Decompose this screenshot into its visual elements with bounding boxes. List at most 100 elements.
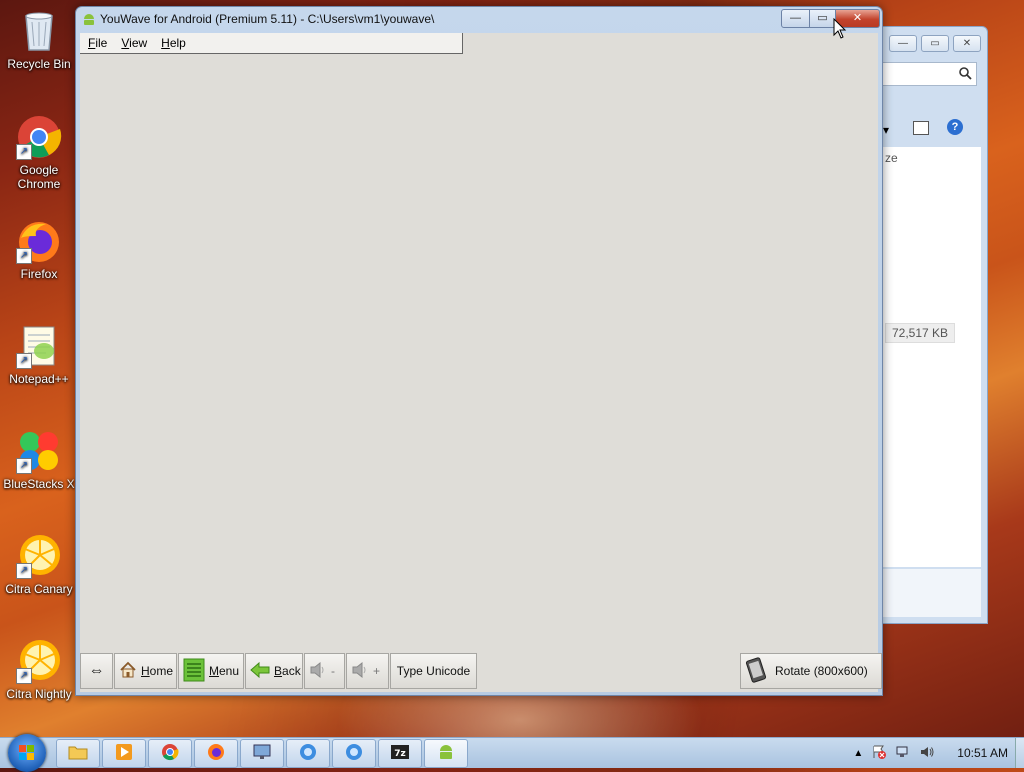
taskbar-item-7-zip[interactable]: 7z — [378, 739, 422, 768]
bluestacks-icon — [299, 743, 317, 764]
preview-pane-icon[interactable] — [913, 121, 929, 135]
taskbar-item-bluestacks[interactable] — [332, 739, 376, 768]
maximize-button[interactable]: ▭ — [921, 35, 949, 52]
desktop-icon-citra-nightly[interactable]: ↗ Citra Nightly — [2, 638, 76, 701]
close-icon: ✕ — [852, 12, 863, 24]
emulator-screen[interactable]: File View Help ⇔ Home Menu Back - + Type… — [80, 33, 882, 692]
show-hidden-icons-button[interactable]: ▲ — [853, 748, 863, 759]
desktop-icon-label: Citra Nightly — [6, 687, 72, 701]
taskbar-item-youwave-android[interactable] — [424, 739, 468, 768]
chrome-icon — [161, 743, 179, 764]
firefox-icon: ↗ — [16, 218, 62, 264]
volume-up-button[interactable]: + — [346, 653, 389, 689]
desktop-icon-notepad-plus-plus[interactable]: ↗ Notepad++ — [2, 323, 76, 386]
taskbar-item-windows-explorer[interactable] — [56, 739, 100, 768]
desktop-icon-label: Google Chrome — [17, 163, 61, 191]
background-explorer-window[interactable]: — ▭ ✕ ▾ ? ze 72,517 KB — [866, 26, 988, 624]
resize-button[interactable]: ⇔ — [80, 653, 113, 689]
volume-up-label: + — [373, 664, 381, 678]
clock[interactable]: 10:51 AM — [957, 746, 1008, 760]
back-button[interactable]: Back — [245, 653, 303, 689]
shortcut-arrow-icon: ↗ — [16, 563, 32, 579]
taskbar-item-remote-desktop[interactable] — [240, 739, 284, 768]
volume-down-button[interactable]: - — [304, 653, 345, 689]
desktop-icon-firefox[interactable]: ↗ Firefox — [2, 218, 76, 281]
rotate-button[interactable]: Rotate (800x600) — [740, 653, 882, 689]
android-icon — [82, 12, 96, 26]
shortcut-arrow-icon: ↗ — [16, 458, 32, 474]
network-icon[interactable] — [895, 744, 911, 763]
youwave-window[interactable]: YouWave for Android (Premium 5.11) - C:\… — [75, 6, 883, 696]
back-label: Back — [274, 664, 301, 678]
search-icon — [958, 66, 972, 83]
media-player-icon — [115, 743, 133, 764]
android-icon — [437, 743, 455, 764]
taskbar-item-bluestacks-x[interactable] — [286, 739, 330, 768]
horizontal-arrows-icon: ⇔ — [88, 662, 105, 679]
help-icon[interactable]: ? — [947, 119, 963, 135]
home-icon — [119, 661, 137, 682]
volume-down-label: - — [331, 664, 335, 678]
desktop-icon-bluestacks-x[interactable]: ↗ BlueStacks X — [2, 428, 76, 491]
title-bar[interactable]: YouWave for Android (Premium 5.11) - C:\… — [76, 7, 882, 32]
shortcut-arrow-icon: ↗ — [16, 668, 32, 684]
desktop-icon-label: Notepad++ — [9, 372, 69, 386]
desktop-icon-label: Recycle Bin — [7, 57, 71, 71]
speaker-icon — [351, 661, 369, 682]
desktop-icon-recycle-bin[interactable]: Recycle Bin — [2, 8, 76, 71]
speaker-icon — [309, 661, 327, 682]
shortcut-arrow-icon: ↗ — [16, 248, 32, 264]
menu-file[interactable]: File — [80, 33, 113, 50]
type-unicode-button[interactable]: Type Unicode — [390, 653, 477, 689]
folder-icon — [68, 744, 88, 763]
back-arrow-icon — [250, 661, 270, 681]
desktop-icon-label: BlueStacks X — [3, 477, 75, 491]
mouse-cursor-icon — [833, 17, 847, 43]
file-list[interactable]: ze 72,517 KB — [881, 147, 981, 567]
close-button[interactable]: ✕ — [953, 35, 981, 52]
desktop-icon-label: Firefox — [20, 267, 58, 281]
start-button[interactable] — [8, 734, 46, 772]
bluestacks-icon — [345, 743, 363, 764]
notepad-plus-plus-icon: ↗ — [16, 323, 62, 369]
taskbar-item-firefox[interactable] — [194, 739, 238, 768]
desktop-icon-citra-canary[interactable]: ↗ Citra Canary — [2, 533, 76, 596]
rotate-device-icon — [745, 656, 771, 686]
menu-button[interactable]: Menu — [178, 653, 244, 689]
minimize-button[interactable]: — — [781, 9, 810, 28]
volume-icon[interactable] — [919, 744, 935, 763]
taskbar: 7z ▲ 10:51 AM — [0, 734, 1024, 772]
search-box[interactable] — [881, 62, 977, 86]
chrome-icon: ↗ — [16, 114, 62, 160]
column-header-size[interactable]: ze — [885, 151, 898, 165]
show-desktop-button[interactable] — [1015, 738, 1024, 768]
type-unicode-label: Type Unicode — [396, 664, 471, 678]
menu-icon — [183, 658, 205, 685]
bluestacks-icon: ↗ — [16, 428, 62, 474]
windows-logo-icon — [19, 745, 35, 764]
seven-zip-icon: 7z — [390, 744, 410, 763]
views-dropdown-icon[interactable]: ▾ — [883, 123, 889, 137]
menu-help[interactable]: Help — [153, 33, 192, 50]
taskbar-item-media-player[interactable] — [102, 739, 146, 768]
firefox-icon — [207, 743, 225, 764]
system-tray: ▲ 10:51 AM — [853, 738, 1014, 768]
home-button[interactable]: Home — [114, 653, 177, 689]
minimize-button[interactable]: — — [889, 35, 917, 52]
shortcut-arrow-icon: ↗ — [16, 144, 32, 160]
menu-label: Menu — [209, 664, 240, 678]
shortcut-arrow-icon: ↗ — [16, 353, 32, 369]
monitor-icon — [252, 743, 272, 764]
desktop-icon-google-chrome[interactable]: ↗ Google Chrome — [2, 114, 76, 191]
citra-canary-icon: ↗ — [16, 533, 62, 579]
menu-view[interactable]: View — [113, 33, 153, 50]
svg-text:7z: 7z — [394, 749, 406, 759]
action-center-icon[interactable] — [871, 744, 887, 763]
taskbar-item-google-chrome[interactable] — [148, 739, 192, 768]
minimize-icon: — — [790, 12, 801, 24]
details-pane — [881, 569, 981, 617]
maximize-icon: ▭ — [817, 12, 828, 24]
explorer-toolbar: ▾ ? — [881, 117, 977, 145]
citra-nightly-icon: ↗ — [16, 638, 62, 684]
file-size-value: 72,517 KB — [885, 323, 956, 343]
